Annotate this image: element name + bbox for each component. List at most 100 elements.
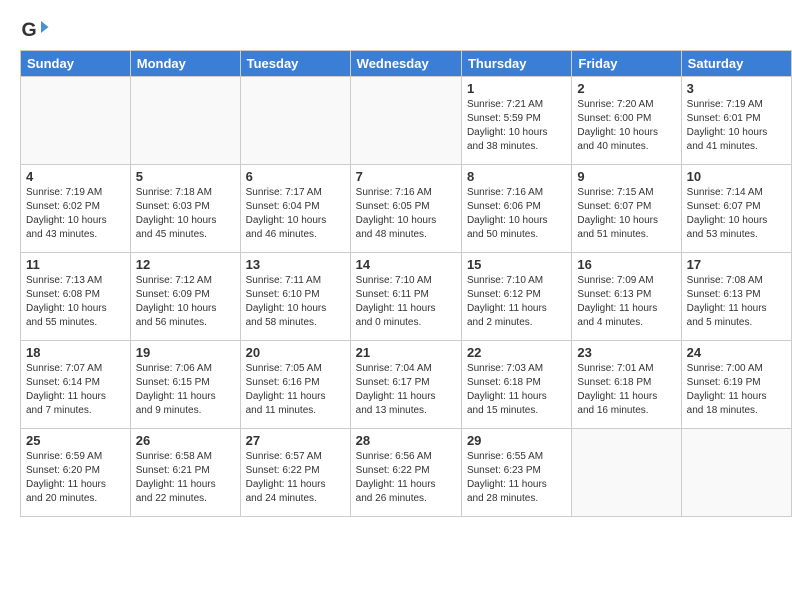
calendar-cell [572,429,681,517]
day-number: 21 [356,345,456,360]
calendar-cell [681,429,791,517]
svg-text:G: G [22,19,37,41]
calendar-cell: 3 Sunrise: 7:19 AM Sunset: 6:01 PM Daylig… [681,77,791,165]
calendar-cell [240,77,350,165]
calendar-cell: 2 Sunrise: 7:20 AM Sunset: 6:00 PM Daylig… [572,77,681,165]
calendar-cell: 1 Sunrise: 7:21 AM Sunset: 5:59 PM Daylig… [461,77,571,165]
day-number: 9 [577,169,675,184]
day-number: 23 [577,345,675,360]
calendar-cell: 18 Sunrise: 7:07 AM Sunset: 6:14 PM Dayli… [21,341,131,429]
day-number: 24 [687,345,786,360]
weekday-header: Thursday [461,51,571,77]
day-number: 7 [356,169,456,184]
calendar-cell: 9 Sunrise: 7:15 AM Sunset: 6:07 PM Daylig… [572,165,681,253]
weekday-header: Saturday [681,51,791,77]
day-info: Sunrise: 6:58 AM Sunset: 6:21 PM Dayligh… [136,450,235,506]
day-info: Sunrise: 7:06 AM Sunset: 6:15 PM Dayligh… [136,362,235,418]
calendar-cell: 15Sunrise: 7:10 AM Sunset: 6:12 PM Dayli… [461,253,571,341]
calendar-table: SundayMondayTuesdayWednesdayThursdayFrid… [20,50,792,517]
day-number: 12 [136,257,235,272]
calendar-week-row: 1 Sunrise: 7:21 AM Sunset: 5:59 PM Daylig… [21,77,792,165]
calendar-week-row: 11Sunrise: 7:13 AM Sunset: 6:08 PM Dayli… [21,253,792,341]
calendar-cell: 29 Sunrise: 6:55 AM Sunset: 6:23 PM Dayli… [461,429,571,517]
weekday-header: Tuesday [240,51,350,77]
day-number: 1 [467,81,566,96]
day-info: Sunrise: 7:16 AM Sunset: 6:05 PM Dayligh… [356,186,456,242]
day-info: Sunrise: 7:15 AM Sunset: 6:07 PM Dayligh… [577,186,675,242]
day-number: 8 [467,169,566,184]
day-number: 15 [467,257,566,272]
day-info: Sunrise: 6:55 AM Sunset: 6:23 PM Dayligh… [467,450,566,506]
day-number: 17 [687,257,786,272]
day-info: Sunrise: 7:08 AM Sunset: 6:13 PM Dayligh… [687,274,786,330]
day-number: 4 [26,169,125,184]
day-info: Sunrise: 7:16 AM Sunset: 6:06 PM Dayligh… [467,186,566,242]
weekday-header: Monday [130,51,240,77]
day-number: 25 [26,433,125,448]
calendar-cell: 26 Sunrise: 6:58 AM Sunset: 6:21 PM Dayli… [130,429,240,517]
calendar-wrapper: SundayMondayTuesdayWednesdayThursdayFrid… [0,50,792,517]
page-header: G [0,0,792,50]
day-info: Sunrise: 7:12 AM Sunset: 6:09 PM Dayligh… [136,274,235,330]
day-info: Sunrise: 7:05 AM Sunset: 6:16 PM Dayligh… [246,362,345,418]
day-info: Sunrise: 6:57 AM Sunset: 6:22 PM Dayligh… [246,450,345,506]
day-number: 14 [356,257,456,272]
calendar-cell: 12 Sunrise: 7:12 AM Sunset: 6:09 PM Dayli… [130,253,240,341]
day-number: 22 [467,345,566,360]
calendar-cell [350,77,461,165]
calendar-cell: 28 Sunrise: 6:56 AM Sunset: 6:22 PM Dayli… [350,429,461,517]
day-info: Sunrise: 7:14 AM Sunset: 6:07 PM Dayligh… [687,186,786,242]
calendar-cell: 27 Sunrise: 6:57 AM Sunset: 6:22 PM Dayli… [240,429,350,517]
day-info: Sunrise: 7:20 AM Sunset: 6:00 PM Dayligh… [577,98,675,154]
day-number: 26 [136,433,235,448]
calendar-cell: 6Sunrise: 7:17 AM Sunset: 6:04 PM Daylig… [240,165,350,253]
day-number: 28 [356,433,456,448]
day-number: 5 [136,169,235,184]
calendar-cell: 22 Sunrise: 7:03 AM Sunset: 6:18 PM Dayli… [461,341,571,429]
day-number: 2 [577,81,675,96]
calendar-cell: 8 Sunrise: 7:16 AM Sunset: 6:06 PM Daylig… [461,165,571,253]
day-info: Sunrise: 6:56 AM Sunset: 6:22 PM Dayligh… [356,450,456,506]
weekday-header: Sunday [21,51,131,77]
day-info: Sunrise: 7:04 AM Sunset: 6:17 PM Dayligh… [356,362,456,418]
day-info: Sunrise: 7:07 AM Sunset: 6:14 PM Dayligh… [26,362,125,418]
day-number: 10 [687,169,786,184]
day-number: 18 [26,345,125,360]
day-number: 3 [687,81,786,96]
day-info: Sunrise: 7:19 AM Sunset: 6:02 PM Dayligh… [26,186,125,242]
calendar-cell: 19 Sunrise: 7:06 AM Sunset: 6:15 PM Dayli… [130,341,240,429]
day-info: Sunrise: 7:01 AM Sunset: 6:18 PM Dayligh… [577,362,675,418]
day-info: Sunrise: 7:13 AM Sunset: 6:08 PM Dayligh… [26,274,125,330]
day-info: Sunrise: 7:18 AM Sunset: 6:03 PM Dayligh… [136,186,235,242]
calendar-cell: 16Sunrise: 7:09 AM Sunset: 6:13 PM Dayli… [572,253,681,341]
day-info: Sunrise: 7:03 AM Sunset: 6:18 PM Dayligh… [467,362,566,418]
day-info: Sunrise: 7:21 AM Sunset: 5:59 PM Dayligh… [467,98,566,154]
day-info: Sunrise: 7:10 AM Sunset: 6:11 PM Dayligh… [356,274,456,330]
calendar-cell: 4 Sunrise: 7:19 AM Sunset: 6:02 PM Daylig… [21,165,131,253]
logo: G [20,15,52,45]
day-number: 13 [246,257,345,272]
calendar-cell: 13Sunrise: 7:11 AM Sunset: 6:10 PM Dayli… [240,253,350,341]
calendar-cell: 24 Sunrise: 7:00 AM Sunset: 6:19 PM Dayli… [681,341,791,429]
calendar-header: SundayMondayTuesdayWednesdayThursdayFrid… [21,51,792,77]
calendar-cell [21,77,131,165]
calendar-cell: 5 Sunrise: 7:18 AM Sunset: 6:03 PM Daylig… [130,165,240,253]
calendar-week-row: 4 Sunrise: 7:19 AM Sunset: 6:02 PM Daylig… [21,165,792,253]
calendar-cell: 7 Sunrise: 7:16 AM Sunset: 6:05 PM Daylig… [350,165,461,253]
calendar-cell: 25 Sunrise: 6:59 AM Sunset: 6:20 PM Dayli… [21,429,131,517]
calendar-cell: 23 Sunrise: 7:01 AM Sunset: 6:18 PM Dayli… [572,341,681,429]
day-number: 29 [467,433,566,448]
weekday-header: Friday [572,51,681,77]
calendar-cell [130,77,240,165]
day-info: Sunrise: 7:09 AM Sunset: 6:13 PM Dayligh… [577,274,675,330]
calendar-week-row: 18 Sunrise: 7:07 AM Sunset: 6:14 PM Dayli… [21,341,792,429]
calendar-cell: 21 Sunrise: 7:04 AM Sunset: 6:17 PM Dayli… [350,341,461,429]
calendar-cell: 11Sunrise: 7:13 AM Sunset: 6:08 PM Dayli… [21,253,131,341]
calendar-cell: 17 Sunrise: 7:08 AM Sunset: 6:13 PM Dayli… [681,253,791,341]
day-info: Sunrise: 7:00 AM Sunset: 6:19 PM Dayligh… [687,362,786,418]
day-number: 19 [136,345,235,360]
day-info: Sunrise: 6:59 AM Sunset: 6:20 PM Dayligh… [26,450,125,506]
day-number: 27 [246,433,345,448]
day-info: Sunrise: 7:17 AM Sunset: 6:04 PM Dayligh… [246,186,345,242]
day-info: Sunrise: 7:19 AM Sunset: 6:01 PM Dayligh… [687,98,786,154]
